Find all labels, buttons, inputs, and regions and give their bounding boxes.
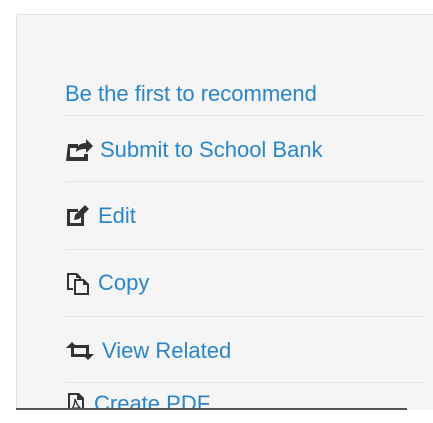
copy-icon <box>65 271 91 295</box>
divider <box>65 382 425 383</box>
edit-link[interactable]: Edit <box>65 183 425 249</box>
create-pdf-link[interactable]: Create PDF <box>65 385 425 409</box>
submit-label: Submit to School Bank <box>100 137 323 162</box>
divider <box>65 316 425 317</box>
divider <box>65 181 425 182</box>
create-pdf-label: Create PDF <box>94 391 211 409</box>
copy-link[interactable]: Copy <box>65 250 425 316</box>
bottom-divider <box>16 408 407 410</box>
recommend-label: Be the first to recommend <box>65 81 317 106</box>
edit-icon <box>65 205 91 227</box>
divider <box>65 115 425 116</box>
submit-to-school-bank-link[interactable]: Submit to School Bank <box>65 117 425 183</box>
retweet-icon <box>65 341 95 361</box>
create-pdf-clip: Create PDF <box>65 385 425 409</box>
edit-label: Edit <box>98 203 136 228</box>
view-related-label: View Related <box>102 338 232 363</box>
view-related-link[interactable]: View Related <box>65 318 425 384</box>
pdf-file-icon <box>65 392 87 409</box>
copy-label: Copy <box>98 270 150 295</box>
actions-panel: Be the first to recommend Submit to Scho… <box>16 14 433 410</box>
share-icon <box>65 139 93 161</box>
